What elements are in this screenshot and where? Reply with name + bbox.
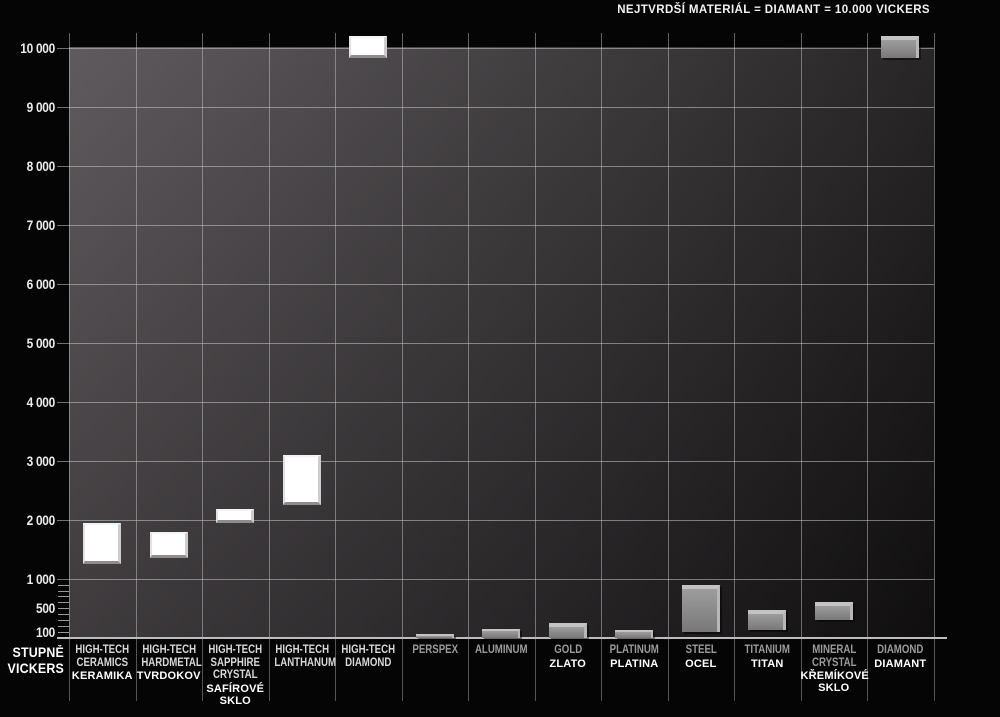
y-tick-label: 2 000: [7, 513, 55, 528]
y-tick-label: 10 000: [7, 41, 55, 56]
label-divider: [934, 639, 935, 701]
y-axis-unit-line2: VICKERS: [5, 661, 64, 677]
chart-title: NEJTVRDŠÍ MATERIÁL = DIAMANT = 10.000 VI…: [617, 4, 930, 16]
category-name-cz: DIAMANT: [867, 658, 934, 670]
category-label-platinum: PLATINUMPLATINA: [601, 644, 668, 670]
category-name-cz: TVRDOKOV: [136, 670, 203, 682]
gridline-vertical: [535, 33, 536, 638]
bar-high-tech-hardmetal: [150, 532, 188, 559]
category-label-high-tech-ceramics: HIGH-TECHCERAMICSKERAMIKA: [69, 644, 136, 682]
category-name-cz: SAFÍROVÉSKLO: [202, 683, 269, 707]
y-tick-label: 3 000: [7, 454, 55, 469]
category-name-en: GOLD: [540, 644, 596, 657]
gridline-horizontal: [57, 107, 934, 108]
gridline-vertical: [601, 33, 602, 638]
gridline-horizontal: [57, 166, 934, 167]
y-axis-unit-label: STUPNĚ VICKERS: [5, 645, 64, 677]
category-name-cz: TITAN: [734, 658, 801, 670]
minor-tick: [58, 602, 69, 603]
minor-tick: [58, 632, 69, 633]
category-name-en: STEEL: [673, 644, 729, 657]
y-tick-label: 5 000: [7, 336, 55, 351]
y-tick-label: 500: [7, 601, 55, 616]
category-label-steel: STEELOCEL: [668, 644, 735, 670]
y-tick-label: 4 000: [7, 395, 55, 410]
category-name-en: PLATINUM: [606, 644, 662, 657]
gridline-vertical: [269, 33, 270, 638]
category-label-perspex: PERSPEX: [402, 644, 469, 657]
category-name-en: MINERALCRYSTAL: [806, 644, 862, 669]
bar-high-tech-ceramics: [83, 523, 121, 564]
bar-aluminum: [482, 629, 520, 637]
gridline-vertical: [867, 33, 868, 638]
y-tick-label: 8 000: [7, 159, 55, 174]
gridline-vertical: [801, 33, 802, 638]
hardness-chart: NEJTVRDŠÍ MATERIÁL = DIAMANT = 10.000 VI…: [0, 0, 1000, 717]
bar-high-tech-diamond: [349, 36, 387, 58]
category-name-en: HIGH-TECHLANTHANUM: [274, 644, 330, 669]
minor-tick: [58, 596, 69, 597]
category-name-en: HIGH-TECHDIAMOND: [340, 644, 396, 669]
category-label-diamond: DIAMONDDIAMANT: [867, 644, 934, 670]
category-label-aluminum: ALUMINUM: [468, 644, 535, 657]
y-axis-unit-line1: STUPNĚ: [5, 645, 64, 661]
bar-steel: [682, 585, 720, 632]
category-label-high-tech-diamond: HIGH-TECHDIAMOND: [335, 644, 402, 669]
category-label-mineral-crystal: MINERALCRYSTALKŘEMÍKOVÉSKLO: [801, 644, 868, 694]
category-name-en: TITANIUM: [739, 644, 795, 657]
gridline-vertical: [468, 33, 469, 638]
category-label-gold: GOLDZLATO: [535, 644, 602, 670]
minor-tick: [58, 620, 69, 621]
category-name-en: HIGH-TECHCERAMICS: [74, 644, 130, 669]
category-name-cz: KŘEMÍKOVÉSKLO: [801, 670, 868, 694]
bar-diamond: [881, 36, 919, 58]
category-name-cz: ZLATO: [535, 658, 602, 670]
y-tick-label: 100: [7, 625, 55, 640]
category-name-cz: OCEL: [668, 658, 735, 670]
category-name-cz: PLATINA: [601, 658, 668, 670]
minor-tick: [58, 614, 69, 615]
gridline-horizontal: [57, 225, 934, 226]
minor-tick: [58, 626, 69, 627]
category-label-titanium: TITANIUMTITAN: [734, 644, 801, 670]
gridline-horizontal: [57, 461, 934, 462]
gridline-vertical: [136, 33, 137, 638]
category-label-high-tech-hardmetal: HIGH-TECHHARDMETALTVRDOKOV: [136, 644, 203, 682]
gridline-vertical: [402, 33, 403, 638]
bar-gold: [549, 623, 587, 638]
category-name-en: HIGH-TECHSAPPHIRECRYSTAL: [207, 644, 263, 682]
bar-high-tech-sapphire-crystal: [216, 509, 254, 523]
gridline-horizontal: [57, 579, 934, 580]
gridline-horizontal: [57, 520, 934, 521]
minor-tick: [58, 585, 69, 586]
y-tick-label: 6 000: [7, 277, 55, 292]
category-name-en: ALUMINUM: [473, 644, 529, 657]
gridline-vertical: [69, 33, 70, 638]
category-name-en: HIGH-TECHHARDMETAL: [141, 644, 197, 669]
minor-tick: [58, 591, 69, 592]
gridline-vertical: [734, 33, 735, 638]
gridline-vertical: [202, 33, 203, 638]
minor-tick: [58, 608, 69, 609]
bar-mineral-crystal: [815, 602, 853, 620]
bar-perspex: [416, 634, 454, 638]
bar-platinum: [615, 630, 653, 638]
category-name-en: DIAMOND: [872, 644, 928, 657]
y-tick-label: 1 000: [7, 572, 55, 587]
y-tick-label: 7 000: [7, 218, 55, 233]
gridline-horizontal: [57, 402, 934, 403]
gridline-vertical: [934, 33, 935, 638]
gridline-vertical: [668, 33, 669, 638]
category-label-high-tech-lanthanum: HIGH-TECHLANTHANUM: [269, 644, 336, 669]
category-name-en: PERSPEX: [407, 644, 463, 657]
bar-titanium: [748, 610, 786, 630]
gridline-horizontal: [57, 343, 934, 344]
y-tick-label: 9 000: [7, 100, 55, 115]
bar-high-tech-lanthanum: [283, 455, 321, 505]
category-name-cz: KERAMIKA: [69, 670, 136, 682]
gridline-vertical: [335, 33, 336, 638]
gridline-horizontal: [57, 48, 934, 49]
category-label-high-tech-sapphire-crystal: HIGH-TECHSAPPHIRECRYSTALSAFÍROVÉSKLO: [202, 644, 269, 707]
gridline-horizontal: [57, 284, 934, 285]
